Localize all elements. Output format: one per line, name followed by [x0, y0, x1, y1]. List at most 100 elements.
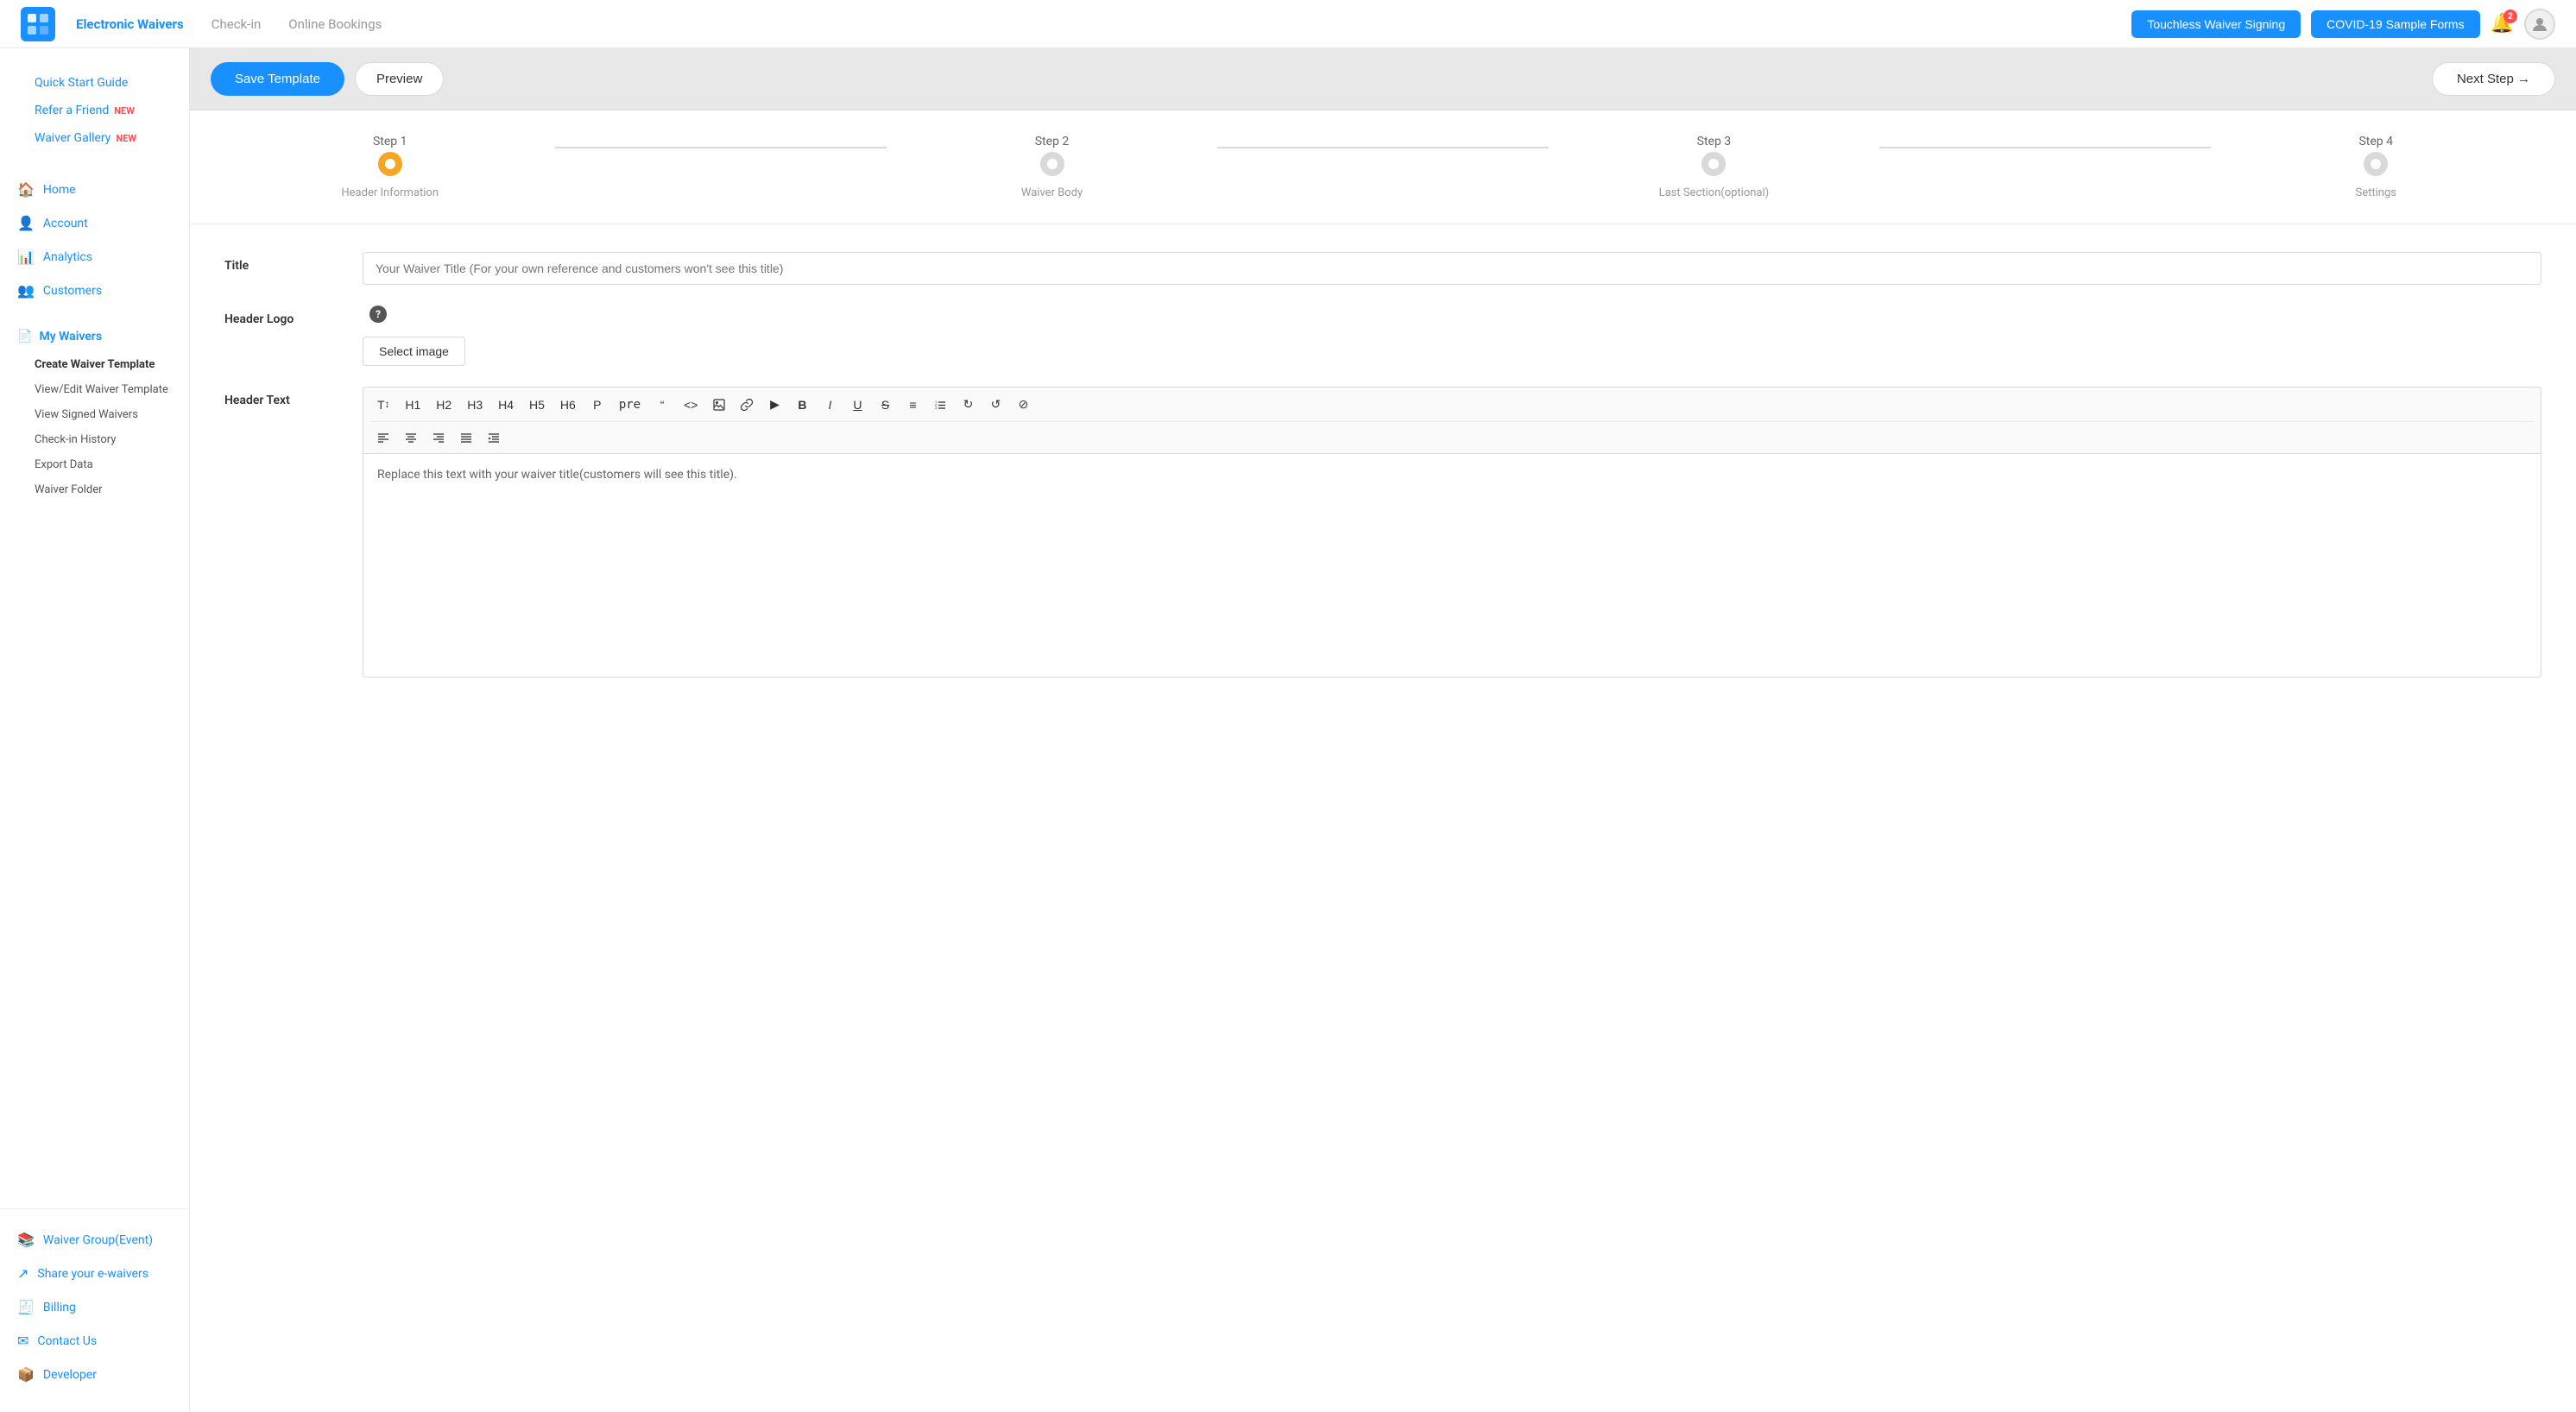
rte-blockquote-button[interactable]: “	[649, 393, 675, 416]
home-icon: 🏠	[17, 181, 35, 198]
sidebar-item-create-waiver[interactable]: Create Waiver Template	[17, 352, 189, 377]
notification-bell[interactable]: 🔔 2	[2491, 13, 2514, 35]
rte-strikethrough-button[interactable]: S	[872, 393, 898, 416]
step-2-number: Step 2	[1035, 135, 1070, 148]
sidebar-item-quick-start[interactable]: Quick Start Guide	[17, 69, 172, 97]
rte-indent-button[interactable]	[481, 427, 507, 448]
my-waivers-section: 📄 My Waivers Create Waiver Template View…	[0, 321, 189, 502]
rte-align-center-button[interactable]	[398, 427, 424, 448]
align-right-icon	[432, 432, 445, 444]
rte-p-button[interactable]: P	[584, 393, 610, 416]
toolbar: Save Template Preview Next Step →	[190, 48, 2576, 110]
sidebar-item-customers[interactable]: 👥 Customers	[0, 274, 189, 307]
rte-pre-button[interactable]: pre	[612, 393, 647, 416]
rte-h1-button[interactable]: H1	[398, 393, 427, 416]
touchless-waiver-button[interactable]: Touchless Waiver Signing	[2131, 10, 2301, 38]
user-avatar[interactable]	[2524, 9, 2555, 40]
link-icon	[741, 399, 753, 411]
sidebar-item-developer[interactable]: 📦 Developer	[0, 1358, 189, 1391]
home-label: Home	[43, 183, 76, 197]
app-logo[interactable]	[21, 7, 55, 41]
my-waivers-title[interactable]: 📄 My Waivers	[0, 321, 189, 352]
nav-check-in[interactable]: Check-in	[212, 16, 262, 32]
sidebar: Quick Start Guide Refer a Friend NEW Wai…	[0, 48, 190, 1412]
sidebar-item-export-data[interactable]: Export Data	[17, 452, 189, 477]
rte-unordered-list-button[interactable]: ≡	[900, 393, 925, 416]
step-1-number: Step 1	[373, 135, 407, 148]
rte-align-left-button[interactable]	[370, 427, 396, 448]
rte-align-justify-button[interactable]	[453, 427, 479, 448]
rte-h2-button[interactable]: H2	[429, 393, 458, 416]
save-template-button[interactable]: Save Template	[211, 62, 344, 96]
sidebar-item-refer[interactable]: Refer a Friend NEW	[17, 97, 172, 124]
sidebar-item-waiver-group[interactable]: 📚 Waiver Group(Event)	[0, 1223, 189, 1257]
sidebar-item-analytics[interactable]: 📊 Analytics	[0, 240, 189, 274]
my-waivers-label: My Waivers	[39, 330, 102, 344]
align-left-icon	[377, 432, 389, 444]
rte-video-button[interactable]: ▶	[761, 393, 787, 416]
sidebar-item-view-edit-waiver[interactable]: View/Edit Waiver Template	[17, 377, 189, 402]
my-waivers-icon: 📄	[17, 330, 32, 344]
sidebar-item-view-signed[interactable]: View Signed Waivers	[17, 402, 189, 427]
sidebar-item-home[interactable]: 🏠 Home	[0, 173, 189, 206]
sidebar-item-contact[interactable]: ✉ Contact Us	[0, 1324, 189, 1358]
title-field-wrapper	[363, 252, 2541, 285]
rte-clear-button[interactable]: ⊘	[1010, 393, 1036, 416]
nav-online-bookings[interactable]: Online Bookings	[288, 16, 382, 32]
header-logo-label: Header Logo	[224, 306, 363, 326]
rte-align-right-button[interactable]	[426, 427, 451, 448]
select-image-button[interactable]: Select image	[363, 337, 465, 366]
sidebar-top-links: Quick Start Guide Refer a Friend NEW Wai…	[0, 69, 189, 166]
covid-sample-forms-button[interactable]: COVID-19 Sample Forms	[2311, 10, 2479, 38]
sidebar-item-share[interactable]: ↗ Share your e-waivers	[0, 1257, 189, 1290]
header-logo-help-icon[interactable]: ?	[369, 306, 387, 323]
sidebar-item-gallery[interactable]: Waiver Gallery NEW	[17, 124, 172, 152]
sidebar-item-account[interactable]: 👤 Account	[0, 206, 189, 240]
sidebar-item-billing[interactable]: 🧾 Billing	[0, 1290, 189, 1324]
step-3-number: Step 3	[1697, 135, 1732, 148]
rte-toolbar: T↕ H1 H2 H3 H4 H5 H6 P pre “ <>	[363, 387, 2541, 453]
rte-h3-button[interactable]: H3	[460, 393, 489, 416]
sidebar-main-nav: 🏠 Home 👤 Account 📊 Analytics 👥 Customers	[0, 173, 189, 307]
header-logo-field: ? Select image	[363, 306, 2541, 366]
rte-bold-button[interactable]: B	[789, 393, 815, 416]
rte-italic-button[interactable]: I	[817, 393, 843, 416]
share-label: Share your e-waivers	[37, 1267, 148, 1281]
account-label: Account	[43, 217, 88, 230]
step-1: Step 1 Header Information	[224, 135, 555, 199]
gallery-label: Waiver Gallery	[35, 131, 110, 145]
rte-content-area[interactable]: Replace this text with your waiver title…	[363, 453, 2541, 678]
nav-electronic-waivers[interactable]: Electronic Waivers	[76, 16, 184, 32]
rte-image-button[interactable]	[706, 393, 732, 416]
step-4-circle-inner	[2371, 159, 2381, 169]
rte-redo-button[interactable]: ↻	[955, 393, 981, 416]
rte-font-size-button[interactable]: T↕	[370, 393, 396, 416]
step-3-label: Last Section(optional)	[1659, 186, 1770, 199]
align-justify-icon	[460, 432, 472, 444]
sidebar-item-waiver-folder[interactable]: Waiver Folder	[17, 477, 189, 502]
preview-button[interactable]: Preview	[355, 62, 444, 96]
step-3: Step 3 Last Section(optional)	[1549, 135, 1879, 199]
rte-h5-button[interactable]: H5	[522, 393, 552, 416]
image-icon	[713, 399, 725, 411]
rte-undo-button[interactable]: ↺	[982, 393, 1008, 416]
rte-h4-button[interactable]: H4	[491, 393, 521, 416]
rte-code-button[interactable]: <>	[677, 393, 704, 416]
sidebar-item-checkin-history[interactable]: Check-in History	[17, 427, 189, 452]
next-step-button[interactable]: Next Step →	[2432, 62, 2555, 96]
title-input[interactable]	[363, 252, 2541, 285]
rte-h6-button[interactable]: H6	[553, 393, 583, 416]
avatar-icon	[2531, 16, 2548, 33]
step-1-circle-inner	[385, 159, 395, 169]
contact-label: Contact Us	[37, 1334, 97, 1348]
rte-underline-button[interactable]: U	[844, 393, 870, 416]
title-label: Title	[224, 252, 363, 273]
step-indicator: Step 1 Header Information Step 2 Waiver …	[190, 110, 2576, 224]
rte-ordered-list-button[interactable]: 1 2 3	[927, 393, 953, 416]
developer-icon: 📦	[17, 1366, 35, 1383]
account-icon: 👤	[17, 215, 35, 231]
main-layout: Quick Start Guide Refer a Friend NEW Wai…	[0, 48, 2576, 1412]
step-2-circle-inner	[1047, 159, 1058, 169]
top-navigation: Electronic Waivers Check-in Online Booki…	[0, 0, 2576, 48]
rte-link-button[interactable]	[734, 393, 760, 416]
